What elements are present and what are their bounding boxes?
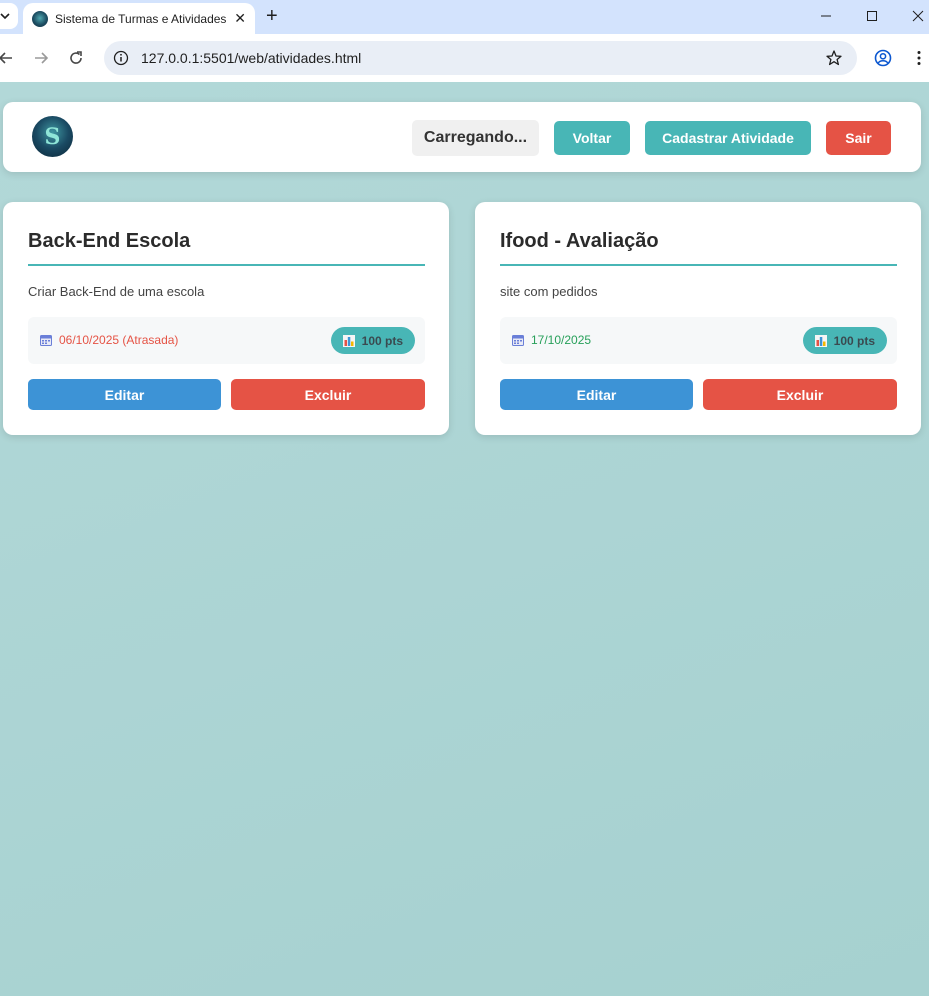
voltar-button[interactable]: Voltar <box>554 121 630 155</box>
activity-date: 06/10/2025 (Atrasada) <box>59 333 179 347</box>
tab-search-button[interactable] <box>0 3 18 29</box>
menu-dots-icon[interactable] <box>909 48 929 68</box>
tab-title: Sistema de Turmas e Atividades <box>55 11 227 26</box>
page-content: S Carregando... Voltar Cadastrar Ativida… <box>0 82 929 996</box>
close-tab-icon[interactable]: ✕ <box>234 10 246 26</box>
calendar-icon <box>512 335 524 346</box>
activity-card: Ifood - Avaliação site com pedidos 17/10… <box>475 202 921 435</box>
close-window-icon[interactable] <box>903 4 929 28</box>
address-bar[interactable]: 127.0.0.1:5501/web/atividades.html <box>104 41 857 75</box>
browser-tabstrip: Sistema de Turmas e Atividades ✕ + <box>0 0 929 34</box>
activity-meta: 17/10/2025 100 pts <box>500 317 897 364</box>
user-button[interactable]: Carregando... <box>412 120 539 156</box>
editar-button[interactable]: Editar <box>28 379 221 410</box>
profile-icon[interactable] <box>873 48 893 68</box>
new-tab-icon[interactable]: + <box>266 5 278 27</box>
editar-button[interactable]: Editar <box>500 379 693 410</box>
maximize-icon[interactable] <box>857 4 887 28</box>
minimize-icon[interactable] <box>811 4 841 28</box>
bar-chart-icon <box>814 334 827 347</box>
title-divider <box>500 264 897 266</box>
activity-title: Back-End Escola <box>28 230 191 252</box>
cadastrar-atividade-button[interactable]: Cadastrar Atividade <box>645 121 811 155</box>
chevron-down-icon <box>0 13 10 20</box>
favicon-icon <box>32 10 48 27</box>
forward-arrow-icon[interactable] <box>31 48 51 68</box>
bar-chart-icon <box>342 334 355 347</box>
excluir-button[interactable]: Excluir <box>231 379 425 410</box>
activity-card: Back-End Escola Criar Back-End de uma es… <box>3 202 449 435</box>
points-badge: 100 pts <box>330 327 415 354</box>
activity-meta: 06/10/2025 (Atrasada) 100 pts <box>28 317 425 364</box>
logo-mark-icon: S <box>44 123 61 150</box>
activity-title: Ifood - Avaliação <box>500 230 659 252</box>
activity-description: site com pedidos <box>500 284 598 299</box>
reload-icon[interactable] <box>66 48 86 68</box>
bookmark-star-icon[interactable] <box>825 49 843 67</box>
browser-tab[interactable]: Sistema de Turmas e Atividades ✕ <box>23 3 255 34</box>
url-text: 127.0.0.1:5501/web/atividades.html <box>141 50 362 66</box>
site-info-icon[interactable] <box>113 50 129 66</box>
excluir-button[interactable]: Excluir <box>703 379 897 410</box>
points-badge: 100 pts <box>802 327 887 354</box>
app-logo: S <box>32 116 73 157</box>
sair-button[interactable]: Sair <box>826 121 891 155</box>
points-value: 100 pts <box>361 333 403 348</box>
title-divider <box>28 264 425 266</box>
browser-toolbar: 127.0.0.1:5501/web/atividades.html <box>0 34 929 82</box>
points-value: 100 pts <box>833 333 875 348</box>
app-header: S Carregando... Voltar Cadastrar Ativida… <box>3 102 921 172</box>
activity-description: Criar Back-End de uma escola <box>28 284 205 299</box>
activity-date: 17/10/2025 <box>531 333 592 347</box>
calendar-icon <box>40 335 52 346</box>
back-arrow-icon[interactable] <box>0 48 16 68</box>
